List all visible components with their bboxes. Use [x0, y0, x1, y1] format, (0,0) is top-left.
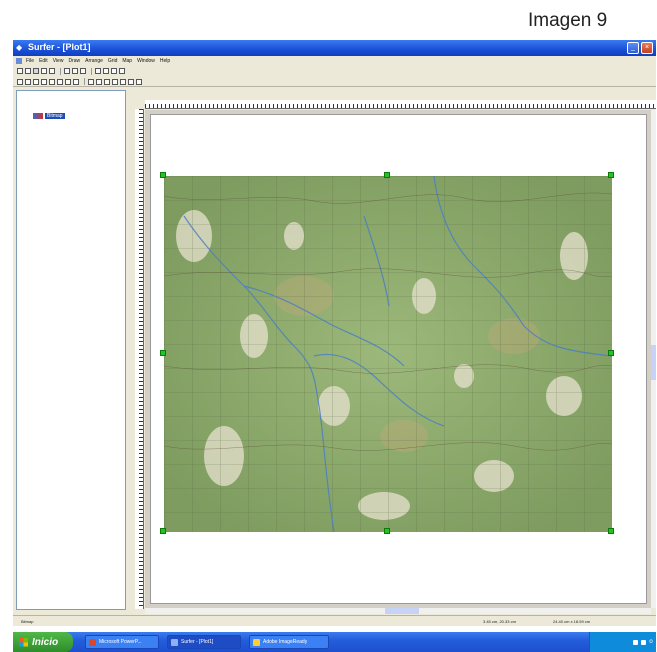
horizontal-scroll-thumb[interactable] [385, 608, 419, 614]
redraw-icon[interactable] [73, 78, 79, 85]
polygon-icon[interactable] [96, 78, 102, 85]
caption-label: Imagen 9 [528, 10, 608, 31]
powerpoint-icon [89, 638, 96, 646]
status-object-size: 24.40 cm x 18.59 cm [553, 619, 591, 624]
resize-handle-top-right[interactable] [608, 172, 614, 178]
status-coordinates: 3.45 cm, 20.33 cm [483, 619, 516, 624]
system-tray: ⏲ [589, 632, 656, 652]
menu-edit[interactable]: Edit [39, 58, 48, 64]
topographic-map-image [164, 176, 612, 532]
select-icon[interactable] [17, 78, 23, 85]
paste-icon[interactable] [80, 68, 86, 74]
save-icon[interactable] [33, 68, 39, 74]
close-icon[interactable]: × [641, 42, 653, 54]
resize-handle-top[interactable] [384, 172, 390, 178]
rectangle-icon[interactable] [120, 78, 126, 85]
resize-handle-bottom[interactable] [384, 528, 390, 534]
menu-arrange[interactable]: Arrange [85, 58, 103, 64]
standard-toolbar [13, 66, 656, 76]
menu-map[interactable]: Map [122, 58, 132, 64]
object-manager-panel: Bitmap [16, 90, 126, 610]
status-bar: Bitmap 3.45 cm, 20.33 cm 24.40 cm x 18.5… [13, 615, 656, 626]
horizontal-scrollbar[interactable] [145, 608, 651, 614]
open-icon[interactable] [25, 68, 31, 74]
toolbar-separator [91, 67, 92, 75]
window-title: Surfer - [Plot1] [28, 42, 91, 52]
resize-handle-right[interactable] [608, 350, 614, 356]
toolbar-separator [84, 78, 85, 85]
bitmap-icon [33, 113, 43, 119]
task-label: Microsoft PowerP... [99, 639, 142, 645]
help-pointer-icon[interactable] [119, 68, 125, 74]
tray-icon[interactable] [633, 639, 639, 645]
redo-icon[interactable] [103, 68, 109, 74]
start-label: Inicio [32, 636, 59, 648]
undo-icon[interactable] [95, 68, 101, 74]
task-label: Surfer - [Plot1] [181, 639, 214, 645]
zoom-out-icon[interactable] [41, 78, 47, 85]
menu-bar: File Edit View Draw Arrange Grid Map Win… [13, 56, 656, 66]
cut-icon[interactable] [64, 68, 70, 74]
taskbar-item-powerpoint[interactable]: Microsoft PowerP... [85, 635, 159, 649]
menu-grid[interactable]: Grid [108, 58, 117, 64]
pointer-icon[interactable] [111, 68, 117, 74]
zoom-in-icon[interactable] [33, 78, 39, 85]
resize-handle-bottom-right[interactable] [608, 528, 614, 534]
zoom-rect-icon[interactable] [65, 78, 71, 85]
zoom-fit-icon[interactable] [49, 78, 55, 85]
status-selection: Bitmap [21, 619, 34, 624]
draw-toolbar [13, 77, 656, 87]
vertical-ruler [135, 109, 144, 609]
tray-icon[interactable] [641, 639, 647, 645]
preview-icon[interactable] [49, 68, 55, 74]
menu-file[interactable]: File [26, 58, 34, 64]
resize-handle-bottom-left[interactable] [160, 528, 166, 534]
pan-icon[interactable] [25, 78, 31, 85]
menu-window[interactable]: Window [137, 58, 155, 64]
taskbar-item-surfer[interactable]: Surfer - [Plot1] [167, 635, 241, 649]
copy-icon[interactable] [72, 68, 78, 74]
topographic-map-bitmap[interactable] [164, 176, 612, 532]
rounded-rectangle-icon[interactable] [128, 78, 134, 85]
menu-view[interactable]: View [53, 58, 64, 64]
resize-handle-top-left[interactable] [160, 172, 166, 178]
menu-draw[interactable]: Draw [68, 58, 80, 64]
text-icon[interactable] [88, 78, 94, 85]
resize-handle-left[interactable] [160, 350, 166, 356]
polyline-icon[interactable] [104, 78, 110, 85]
tree-item-label: Bitmap [45, 113, 65, 119]
surfer-icon [171, 638, 178, 646]
ellipse-icon[interactable] [136, 78, 142, 85]
vertical-scroll-thumb[interactable] [651, 345, 656, 380]
horizontal-ruler [145, 100, 656, 109]
print-icon[interactable] [41, 68, 47, 74]
new-icon[interactable] [17, 68, 23, 74]
start-button[interactable]: Inicio [13, 632, 73, 652]
vertical-scrollbar[interactable] [651, 110, 656, 608]
tree-item-bitmap[interactable]: Bitmap [33, 113, 65, 119]
imageready-icon [253, 638, 260, 646]
task-label: Adobe ImageReady [263, 639, 308, 645]
toolbar-separator [60, 67, 61, 75]
taskbar-item-imageready[interactable]: Adobe ImageReady [249, 635, 329, 649]
document-icon [16, 58, 22, 64]
symbol-icon[interactable] [112, 78, 118, 85]
windows-flag-icon [19, 637, 28, 647]
title-bar[interactable]: ◆ Surfer - [Plot1] _ × [13, 40, 656, 56]
menu-help[interactable]: Help [160, 58, 170, 64]
surfer-app-icon: ◆ [16, 43, 23, 52]
clock-icon[interactable]: ⏲ [649, 639, 653, 645]
taskbar: Inicio Microsoft PowerP... Surfer - [Plo… [13, 632, 656, 652]
minimize-icon[interactable]: _ [627, 42, 639, 54]
zoom-page-icon[interactable] [57, 78, 63, 85]
